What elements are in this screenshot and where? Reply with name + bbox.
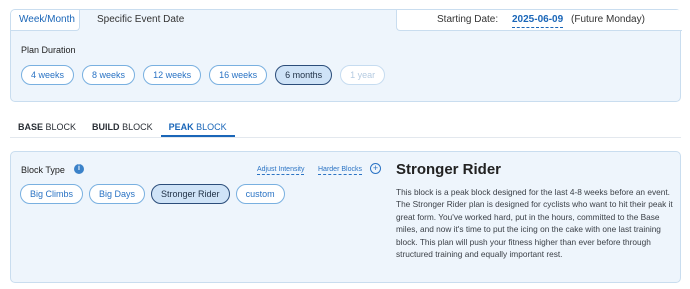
duration-12-weeks[interactable]: 12 weeks <box>143 65 202 85</box>
block-type-options: Big Climbs Big Days Stronger Rider custo… <box>20 184 285 204</box>
duration-16-weeks[interactable]: 16 weeks <box>209 65 268 85</box>
plan-settings-panel: Week/Month Specific Event Date Starting … <box>10 9 682 102</box>
tab-build-suffix: BLOCK <box>122 122 153 132</box>
tab-specific-event-date[interactable]: Specific Event Date <box>89 10 192 31</box>
tab-base-name: BASE <box>18 122 44 132</box>
tab-peak-suffix: BLOCK <box>196 122 227 132</box>
harder-blocks-link[interactable]: Harder Blocks <box>318 165 362 175</box>
duration-8-weeks[interactable]: 8 weeks <box>82 65 136 85</box>
block-type-panel: Block Type i Adjust Intensity Harder Blo… <box>10 151 681 283</box>
tab-peak-block[interactable]: PEAK BLOCK <box>160 120 235 137</box>
block-tabs: BASE BLOCK BUILD BLOCK PEAK BLOCK <box>10 120 235 137</box>
duration-options: 4 weeks 8 weeks 12 weeks 16 weeks 6 mont… <box>21 65 386 85</box>
starting-date-box: Starting Date: 2025-06-09 (Future Monday… <box>396 10 682 31</box>
duration-1-year: 1 year <box>340 65 386 85</box>
block-type-big-climbs[interactable]: Big Climbs <box>20 184 84 204</box>
tab-peak-name: PEAK <box>168 122 194 132</box>
tab-base-block[interactable]: BASE BLOCK <box>10 120 84 137</box>
block-type-stronger-rider[interactable]: Stronger Rider <box>151 184 230 204</box>
block-description-text: This block is a peak block designed for … <box>396 187 673 260</box>
starting-date-label: Starting Date: <box>437 14 499 25</box>
starting-date-note: (Future Monday) <box>571 14 645 25</box>
tab-build-block[interactable]: BUILD BLOCK <box>84 120 161 137</box>
duration-6-months[interactable]: 6 months <box>275 65 333 85</box>
plus-circle-icon[interactable]: + <box>370 163 381 174</box>
tab-week-month[interactable]: Week/Month <box>11 10 80 31</box>
plan-duration-title: Plan Duration <box>21 45 76 55</box>
block-type-custom[interactable]: custom <box>235 184 285 204</box>
tab-build-name: BUILD <box>92 122 120 132</box>
info-icon[interactable]: i <box>74 164 84 174</box>
block-description-title: Stronger Rider <box>396 161 502 178</box>
starting-date-picker[interactable]: 2025-06-09 <box>512 13 564 28</box>
block-type-big-days[interactable]: Big Days <box>89 184 146 204</box>
duration-4-weeks[interactable]: 4 weeks <box>21 65 75 85</box>
block-type-label: Block Type <box>21 165 65 175</box>
tab-base-suffix: BLOCK <box>45 122 77 132</box>
adjust-intensity-link[interactable]: Adjust Intensity <box>257 165 305 175</box>
tabs-divider <box>10 137 681 138</box>
